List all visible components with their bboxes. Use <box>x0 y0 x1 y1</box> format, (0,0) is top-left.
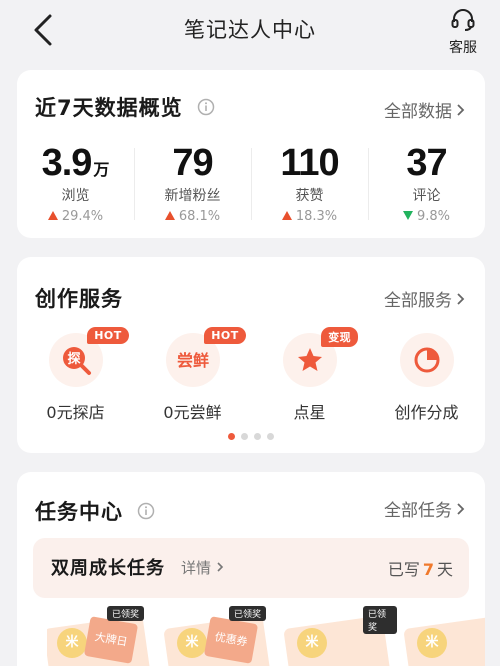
stat-likes[interactable]: 110 获赞 18.3% <box>251 144 368 224</box>
stat-delta: 18.3% <box>251 209 368 224</box>
customer-service-label: 客服 <box>449 40 477 56</box>
service-label: 0元探店 <box>46 403 105 422</box>
reward-item[interactable]: 米 优惠券 已领奖 <box>163 602 277 666</box>
coin-icon: 米 <box>57 628 87 658</box>
stat-unit: 万 <box>93 160 110 179</box>
reward-claimed-tag: 已领奖 <box>229 606 267 621</box>
service-explore-store[interactable]: 探 HOT 0元探店 <box>17 327 134 423</box>
info-icon[interactable] <box>197 97 215 121</box>
page-dot[interactable] <box>267 433 274 440</box>
services-title: 创作服务 <box>35 287 123 311</box>
reward-coupon: 优惠券 <box>203 616 259 664</box>
headset-icon <box>451 9 475 31</box>
page-dot-active[interactable] <box>228 433 235 440</box>
stat-comments[interactable]: 37 评论 9.8% <box>368 144 485 224</box>
stat-label: 新增粉丝 <box>164 188 221 204</box>
service-label: 创作分成 <box>394 403 459 422</box>
stat-value: 79 <box>172 142 213 184</box>
reward-item[interactable]: 米 <box>403 602 485 666</box>
reward-coupon: 大牌日 <box>83 616 139 664</box>
service-revenue-share[interactable]: 创作分成 <box>368 333 485 423</box>
service-label: 0元尝鲜 <box>163 403 222 422</box>
hot-badge: HOT <box>204 327 246 344</box>
page-dot[interactable] <box>241 433 248 440</box>
stat-value: 110 <box>280 142 339 184</box>
task-detail-label: 详情 <box>181 559 212 577</box>
page-indicator <box>17 433 485 440</box>
try-fresh-glyph: 尝鲜 <box>176 351 208 370</box>
coin-icon: 米 <box>177 628 207 658</box>
tasks-title: 任务中心 <box>35 500 123 524</box>
overview-title: 近7天数据概览 <box>35 96 183 120</box>
all-services-link[interactable]: 全部服务 <box>384 286 465 311</box>
monetize-badge: 变现 <box>321 327 359 347</box>
stat-value: 3.9 <box>41 142 93 184</box>
top-bar: 笔记达人中心 客服 <box>0 0 500 62</box>
trend-up-icon <box>47 211 58 220</box>
trend-up-icon <box>281 211 292 220</box>
service-try-fresh[interactable]: 尝鲜 HOT 0元尝鲜 <box>134 327 251 423</box>
stat-delta: 9.8% <box>368 209 485 224</box>
stats-row: 3.9 万 浏览 29.4% 79 新增粉丝 68.1% 110 获赞 18.3%… <box>17 144 485 224</box>
stat-delta: 68.1% <box>134 209 251 224</box>
chevron-right-icon <box>456 501 465 521</box>
reward-claimed-tag: 已领奖 <box>363 606 397 634</box>
service-label: 点星 <box>293 403 326 422</box>
written-days-count: 7 <box>422 560 434 579</box>
all-tasks-label: 全部任务 <box>384 501 452 521</box>
written-prefix: 已写 <box>387 560 420 579</box>
written-suffix: 天 <box>436 560 453 579</box>
explore-store-glyph: 探 <box>67 351 80 367</box>
trend-up-icon <box>164 211 175 220</box>
stat-views[interactable]: 3.9 万 浏览 29.4% <box>17 144 134 224</box>
task-banner-title: 双周成长任务 <box>51 558 165 579</box>
task-detail-link[interactable]: 详情 <box>181 557 224 578</box>
stat-value: 37 <box>406 142 447 184</box>
reward-item[interactable]: 米 已领奖 <box>283 602 397 666</box>
services-row: 探 HOT 0元探店 尝鲜 HOT 0元尝鲜 变现 点星 创作分成 <box>17 327 485 423</box>
biweekly-task-banner[interactable]: 双周成长任务 详情 已写 7 天 <box>33 538 469 598</box>
tasks-title-row: 任务中心 <box>35 496 155 526</box>
chevron-right-icon <box>216 559 224 577</box>
all-data-link[interactable]: 全部数据 <box>384 97 465 122</box>
coin-icon: 米 <box>417 628 447 658</box>
all-services-label: 全部服务 <box>384 291 452 311</box>
chevron-right-icon <box>456 291 465 311</box>
stat-delta: 29.4% <box>17 209 134 224</box>
overview-card: 近7天数据概览 全部数据 3.9 万 浏览 29.4% 79 新增粉丝 68.1%… <box>17 70 485 238</box>
info-icon[interactable] <box>137 501 155 525</box>
pie-chart-icon <box>399 333 454 387</box>
chevron-right-icon <box>456 102 465 122</box>
stat-new-followers[interactable]: 79 新增粉丝 68.1% <box>134 144 251 224</box>
services-card: 创作服务 全部服务 探 HOT 0元探店 尝鲜 HOT 0元尝鲜 变现 点星 创… <box>17 257 485 453</box>
stat-label: 获赞 <box>295 188 324 204</box>
trend-down-icon <box>402 211 413 220</box>
reward-item[interactable]: 米 大牌日 已领奖 <box>47 602 157 666</box>
hot-badge: HOT <box>87 327 129 344</box>
tasks-card: 任务中心 全部任务 双周成长任务 详情 已写 7 天 米 大牌日 已领奖 米 优惠券… <box>17 472 485 666</box>
stat-label: 浏览 <box>61 188 90 204</box>
page-dot[interactable] <box>254 433 261 440</box>
all-tasks-link[interactable]: 全部任务 <box>384 496 465 521</box>
customer-service-button[interactable]: 客服 <box>446 8 480 57</box>
page-title: 笔记达人中心 <box>184 18 316 42</box>
service-star[interactable]: 变现 点星 <box>251 327 368 423</box>
reward-claimed-tag: 已领奖 <box>107 606 145 621</box>
reward-strip: 米 大牌日 已领奖 米 优惠券 已领奖 米 已领奖 米 <box>47 602 485 666</box>
written-days: 已写 7 天 <box>388 556 453 580</box>
overview-title-row: 近7天数据概览 <box>35 92 215 122</box>
stat-label: 评论 <box>412 188 441 204</box>
coin-icon: 米 <box>297 628 327 658</box>
all-data-label: 全部数据 <box>384 102 452 122</box>
